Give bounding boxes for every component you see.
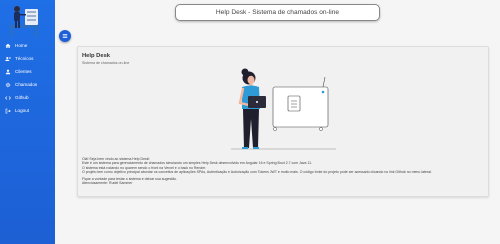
sidebar-item-label: Chamados (15, 81, 38, 87)
home-icon (5, 43, 11, 48)
page-title: Help Desk - Sistema de chamados on-line (215, 9, 340, 16)
description-line: O projeto tem como objetivo principal ab… (82, 169, 432, 174)
sidebar-item-label: Github (15, 94, 29, 100)
sidebar-item-home[interactable]: Home (5, 41, 27, 51)
page-header: Help Desk - Sistema de chamados on-line (175, 4, 380, 21)
sidebar-item-label: Clientes (15, 68, 32, 74)
menu-icon (62, 34, 68, 38)
sidebar-item-logout[interactable]: Logout (5, 106, 29, 116)
sidebar-item-github[interactable]: Github (5, 93, 29, 103)
welcome-description: Olá! Seja bem vindo ao sistema Help Desk… (82, 157, 482, 185)
sidebar-item-label: Técnicos (15, 55, 34, 61)
sidebar-item-label: Home (15, 42, 28, 48)
welcome-card: Help Desk Sistema de chamados on-line Ol… (77, 46, 489, 197)
description-line: Atenciosamente: Rudel Sammer (82, 180, 133, 185)
sidebar-item-clientes[interactable]: Clientes (5, 67, 32, 77)
sidebar-item-tecnicos[interactable]: Técnicos (5, 54, 33, 64)
card-subtitle: Sistema de chamados on-line (82, 61, 130, 65)
sidebar-item-chamados[interactable]: Chamados (5, 80, 37, 90)
engineering-icon (5, 57, 11, 61)
gear-icon (5, 82, 11, 88)
person-icon (5, 69, 11, 75)
welcome-illustration (231, 68, 336, 150)
code-icon (5, 96, 11, 100)
sidebar-item-label: Logout (15, 107, 30, 113)
logout-icon (5, 108, 11, 114)
sidebar-toggle-button[interactable] (59, 30, 71, 42)
card-title: Help Desk (82, 53, 111, 59)
help-desk-logo (9, 6, 39, 37)
sidebar: Home Técnicos Clientes Chamados Github L… (0, 0, 55, 244)
